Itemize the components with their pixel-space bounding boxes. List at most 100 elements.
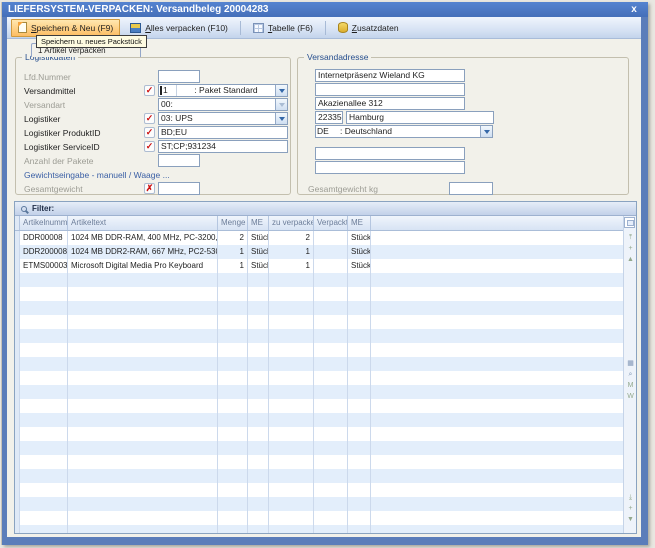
column-header-artikelnummer[interactable]: Artikelnummer <box>20 216 68 230</box>
filter-icon[interactable]: W <box>624 391 637 402</box>
cell-zu_verpacken <box>269 399 314 413</box>
scroll-down-icon[interactable]: ▼ <box>624 514 637 525</box>
cell-zu_verpacken <box>269 455 314 469</box>
logistiker-dropdown-icon[interactable] <box>275 113 287 124</box>
grid-row-empty[interactable] <box>15 511 623 525</box>
column-header-menge[interactable]: Menge <box>218 216 248 230</box>
grid-view-icon[interactable]: ▦ <box>624 358 637 369</box>
column-header-zu_verpacken[interactable]: zu verpacke <box>269 216 314 230</box>
search-icon[interactable] <box>21 206 27 212</box>
column-header-artikeltext[interactable]: Artikeltext <box>68 216 218 230</box>
address-extra2-input[interactable] <box>315 161 465 174</box>
grid-row-1[interactable]: DDR000081024 MB DDR-RAM, 400 MHz, PC-320… <box>15 231 623 245</box>
grid-row-empty[interactable] <box>15 287 623 301</box>
grid-row-empty[interactable] <box>15 301 623 315</box>
address-name1-input[interactable]: Internetpräsenz Wieland KG <box>315 69 465 82</box>
grid-row-empty[interactable] <box>15 427 623 441</box>
grid-row-empty[interactable] <box>15 329 623 343</box>
cell-zu_verpacken <box>269 427 314 441</box>
cell-artikelnummer <box>20 413 68 427</box>
scroll-to-bottom-icon[interactable]: ⤓ <box>624 492 637 503</box>
close-button[interactable]: x <box>626 3 642 16</box>
save-and-new-button[interactable]: Speichern & Neu (F9) <box>11 19 120 37</box>
column-header-verpackt[interactable]: Verpackt <box>314 216 348 230</box>
grid-row-empty[interactable] <box>15 399 623 413</box>
gesamtgewicht-input[interactable] <box>158 182 200 195</box>
versandmittel-dropdown-icon[interactable] <box>275 85 287 96</box>
logistiker-combo[interactable]: 03: UPS <box>158 112 288 125</box>
sort-icon[interactable]: M <box>624 380 637 391</box>
anzahl-pakete-input[interactable] <box>158 154 200 167</box>
cell-verpackt <box>314 231 348 245</box>
grid-row-empty[interactable] <box>15 343 623 357</box>
cell-artikeltext <box>68 315 218 329</box>
cell-verpackt <box>314 357 348 371</box>
versandmittel-value: : Paket Standard <box>177 85 275 96</box>
versandmittel-combo[interactable]: 1 : Paket Standard <box>158 84 288 97</box>
cell-menge <box>218 469 248 483</box>
cell-artikeltext <box>68 525 218 533</box>
column-chooser-icon[interactable] <box>624 217 635 228</box>
cell-artikelnummer <box>20 427 68 441</box>
cell-zu_verpacken <box>269 329 314 343</box>
versandmittel-code-input[interactable]: 1 <box>159 85 177 96</box>
grid-row-empty[interactable] <box>15 357 623 371</box>
produkt-id-check-icon[interactable]: ✓ <box>144 127 155 138</box>
produkt-id-input[interactable]: BD;EU <box>158 126 288 139</box>
new-document-icon <box>18 22 27 33</box>
gesamtgewicht-x-icon[interactable]: ✗ <box>144 183 155 194</box>
table-label: Tabelle (F6) <box>268 23 313 33</box>
scroll-up-icon[interactable]: ▲ <box>624 254 637 265</box>
grid-row-empty[interactable] <box>15 385 623 399</box>
cell-me <box>248 287 269 301</box>
cell-menge: 2 <box>218 231 248 245</box>
column-header-me[interactable]: ME <box>248 216 269 230</box>
logistiker-label: Logistiker <box>24 114 60 124</box>
cell-menge <box>218 511 248 525</box>
zoom-icon[interactable]: ⌕ <box>624 369 637 380</box>
grid-row-empty[interactable] <box>15 315 623 329</box>
address-name2-input[interactable] <box>315 83 465 96</box>
grid-row-empty[interactable] <box>15 497 623 511</box>
service-id-input[interactable]: ST;CP;931234 <box>158 140 288 153</box>
versandmittel-check-icon[interactable]: ✓ <box>144 85 155 96</box>
grid-row-empty[interactable] <box>15 483 623 497</box>
grid-row-3[interactable]: ETMS00003Microsoft Digital Media Pro Key… <box>15 259 623 273</box>
produkt-id-label: Logistiker ProduktID <box>24 128 101 138</box>
grid-row-empty[interactable] <box>15 455 623 469</box>
country-dropdown-icon[interactable] <box>480 126 492 137</box>
cell-menge <box>218 385 248 399</box>
additional-data-label: Zusatzdaten <box>352 23 399 33</box>
additional-data-button[interactable]: Zusatzdaten <box>331 19 406 37</box>
logistiker-check-icon[interactable]: ✓ <box>144 113 155 124</box>
lfd-nummer-input[interactable] <box>158 70 200 83</box>
address-city-input[interactable]: Hamburg <box>346 111 494 124</box>
grid-row-empty[interactable] <box>15 273 623 287</box>
grid-side-scrollbar[interactable]: ⤒ + ▲ ▦ ⌕ M W ⤓ + ▼ <box>623 216 636 533</box>
database-icon <box>338 22 348 33</box>
address-zip-input[interactable]: 22335 <box>315 111 343 124</box>
add-row-bottom-icon[interactable]: + <box>624 503 637 514</box>
grid-row-empty[interactable] <box>15 469 623 483</box>
cell-me2 <box>348 371 371 385</box>
grid-row-empty[interactable] <box>15 413 623 427</box>
cell-verpackt <box>314 385 348 399</box>
grid-row-empty[interactable] <box>15 441 623 455</box>
address-street-input[interactable]: Akazienallee 312 <box>315 97 465 110</box>
address-extra1-input[interactable] <box>315 147 465 160</box>
cell-me <box>248 385 269 399</box>
service-id-check-icon[interactable]: ✓ <box>144 141 155 152</box>
cell-menge <box>218 343 248 357</box>
table-button[interactable]: Tabelle (F6) <box>246 19 320 37</box>
grid-row-empty[interactable] <box>15 525 623 533</box>
column-header-me2[interactable]: ME <box>348 216 371 230</box>
cell-artikeltext: Microsoft Digital Media Pro Keyboard <box>68 259 218 273</box>
address-country-combo[interactable]: DE : Deutschland <box>315 125 493 138</box>
pack-all-button[interactable]: Alles verpacken (F10) <box>123 19 235 37</box>
cell-me2 <box>348 385 371 399</box>
grid-row-2[interactable]: DDR2000081024 MB DDR2-RAM, 667 MHz, PC2-… <box>15 245 623 259</box>
add-row-icon[interactable]: + <box>624 243 637 254</box>
grid-row-empty[interactable] <box>15 371 623 385</box>
scroll-to-top-icon[interactable]: ⤒ <box>624 232 637 243</box>
total-weight-kg-input[interactable] <box>449 182 493 195</box>
